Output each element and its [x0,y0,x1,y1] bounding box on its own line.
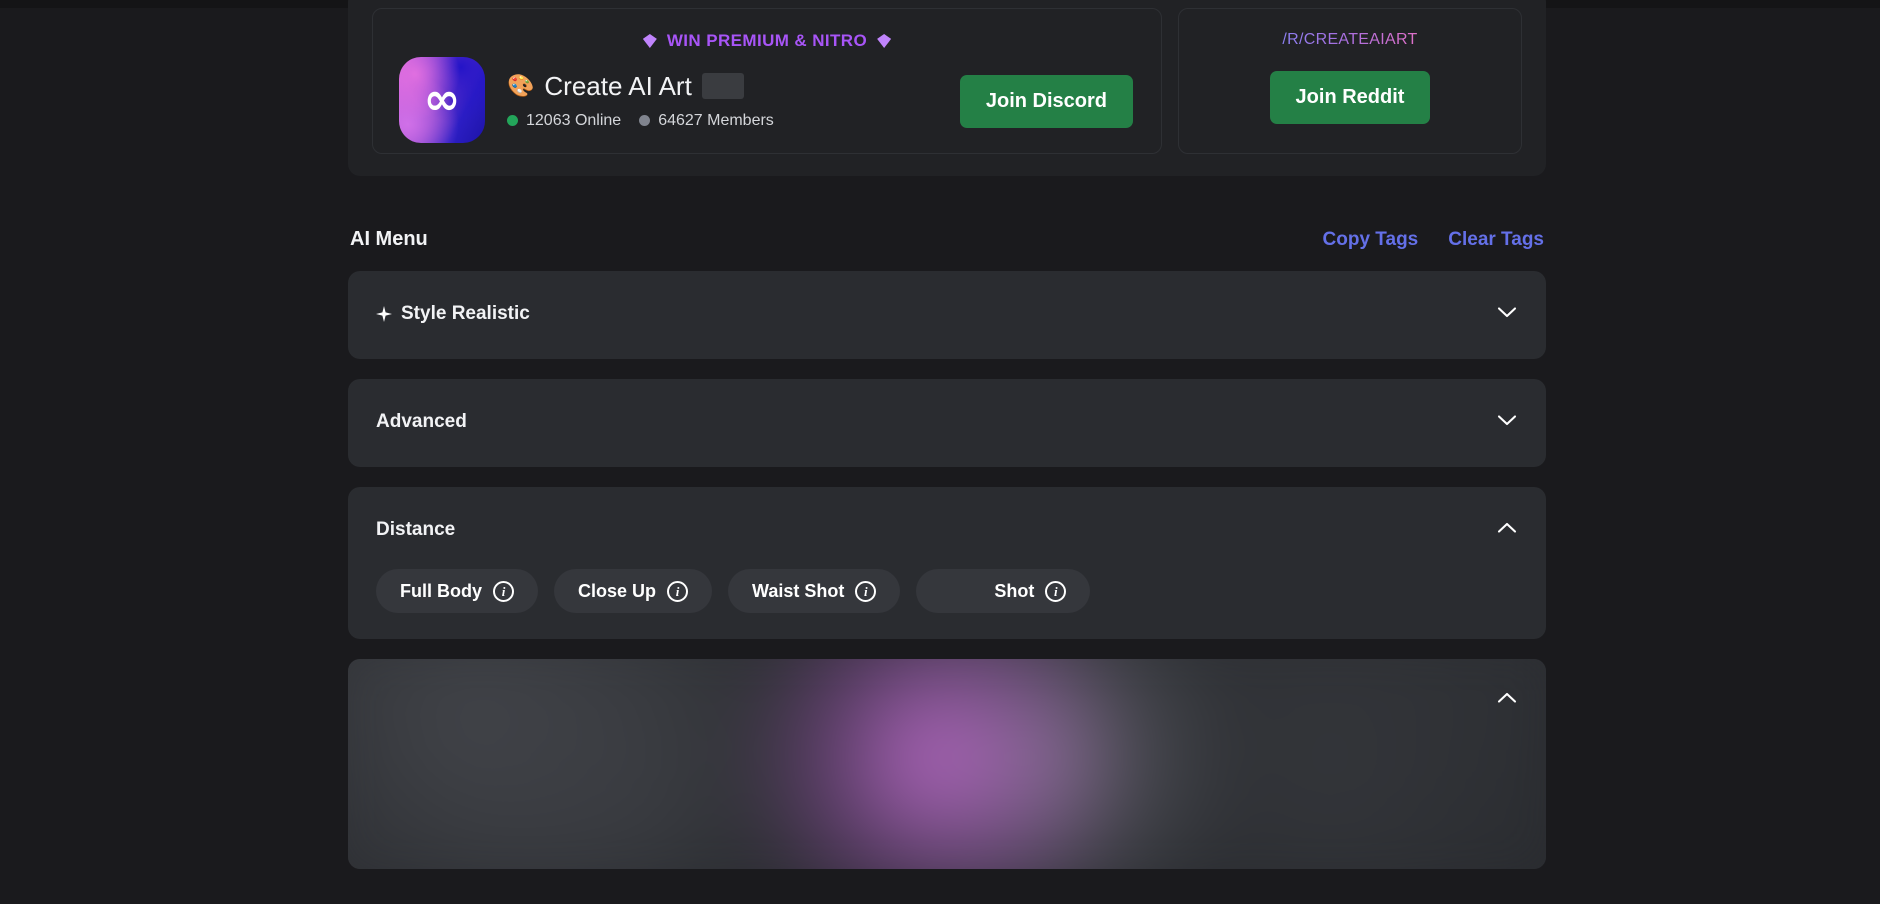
promo-card-inner: WIN PREMIUM & NITRO ∞ 🎨 Create AI Art 12… [372,0,1522,154]
chip-waist-shot-label: Waist Shot [752,580,845,601]
join-reddit-button[interactable]: Join Reddit [1269,71,1431,124]
online-stat: 12063 Online [507,112,621,130]
panel-distance-header[interactable]: Distance [376,513,1518,547]
discord-server-stats: 12063 Online 64627 Members [507,112,774,130]
discord-server-title-row: 🎨 Create AI Art [507,71,774,102]
blurred-content [348,659,1546,869]
info-icon[interactable]: i [1045,580,1067,602]
ai-menu-actions: Copy Tags Clear Tags [1323,229,1544,251]
subreddit-label: /R/CREATEAIART [1282,31,1418,48]
chevron-up-icon[interactable] [1494,685,1520,711]
panel-advanced[interactable]: Advanced [348,379,1546,467]
panel-distance-label: Distance [376,519,456,540]
gem-icon [642,34,657,48]
discord-server-avatar: ∞ [399,57,485,143]
members-stat: 64627 Members [639,112,774,130]
palette-icon: 🎨 [507,73,535,98]
panel-style-realistic-header: Style Realistic [376,297,1518,331]
copy-tags-button[interactable]: Copy Tags [1323,229,1419,251]
discord-server-name: Create AI Art [544,70,692,101]
promo-banner: WIN PREMIUM & NITRO [399,31,1135,51]
members-count-label: 64627 Members [658,111,774,129]
chip-waist-shot[interactable]: Waist Shot i [728,569,901,613]
info-icon[interactable]: i [667,580,689,602]
chip-shot-label: Shot [994,580,1035,601]
app-root: WIN PREMIUM & NITRO ∞ 🎨 Create AI Art 12… [0,0,1880,904]
chip-close-up[interactable]: Close Up i [554,569,713,613]
members-dot-icon [639,115,651,126]
chip-close-up-label: Close Up [578,580,657,601]
promo-banner-text: WIN PREMIUM & NITRO [666,31,868,50]
panel-blurred-preview [348,659,1546,869]
online-count-label: 12063 Online [526,111,622,129]
gem-icon [877,34,892,48]
main-content: WIN PREMIUM & NITRO ∞ 🎨 Create AI Art 12… [348,0,1546,869]
chevron-down-icon[interactable] [1494,407,1520,433]
chip-shot[interactable]: Shot i [916,569,1091,613]
distance-chip-list: Full Body i Close Up i Waist Shot i Shot… [376,569,1518,613]
infinity-logo-icon: ∞ [423,74,461,125]
info-icon[interactable]: i [493,580,514,602]
chevron-up-icon[interactable] [1494,515,1520,541]
info-icon[interactable]: i [855,580,877,602]
ai-menu-header: AI Menu Copy Tags Clear Tags [348,228,1546,251]
chip-full-body-label: Full Body [400,580,482,601]
promo-card: WIN PREMIUM & NITRO ∞ 🎨 Create AI Art 12… [348,0,1546,176]
panel-advanced-header: Advanced [376,405,1518,439]
panel-advanced-label-row: Advanced [376,411,467,433]
chip-full-body[interactable]: Full Body i [376,569,538,613]
panel-distance-label-row: Distance [376,519,455,541]
discord-promo-panel: WIN PREMIUM & NITRO ∞ 🎨 Create AI Art 12… [372,8,1162,154]
online-dot-icon [507,115,518,126]
panel-distance: Distance Full Body i Close Up i Waist Sh… [348,487,1546,639]
server-name-badge [701,73,744,99]
panel-style-realistic-label: Style Realistic [401,303,530,324]
ai-menu-title: AI Menu [350,228,428,250]
clear-tags-button[interactable]: Clear Tags [1448,229,1544,251]
sparkle-icon [376,306,392,322]
discord-server-meta: 🎨 Create AI Art 12063 Online 64627 Membe… [507,71,774,130]
panel-style-realistic-label-row: Style Realistic [376,303,530,325]
join-discord-button[interactable]: Join Discord [959,75,1133,128]
reddit-promo-panel: /R/CREATEAIART Join Reddit [1178,8,1522,154]
panel-style-realistic[interactable]: Style Realistic [348,271,1546,359]
panel-advanced-label: Advanced [376,411,467,432]
chevron-down-icon[interactable] [1494,299,1520,325]
